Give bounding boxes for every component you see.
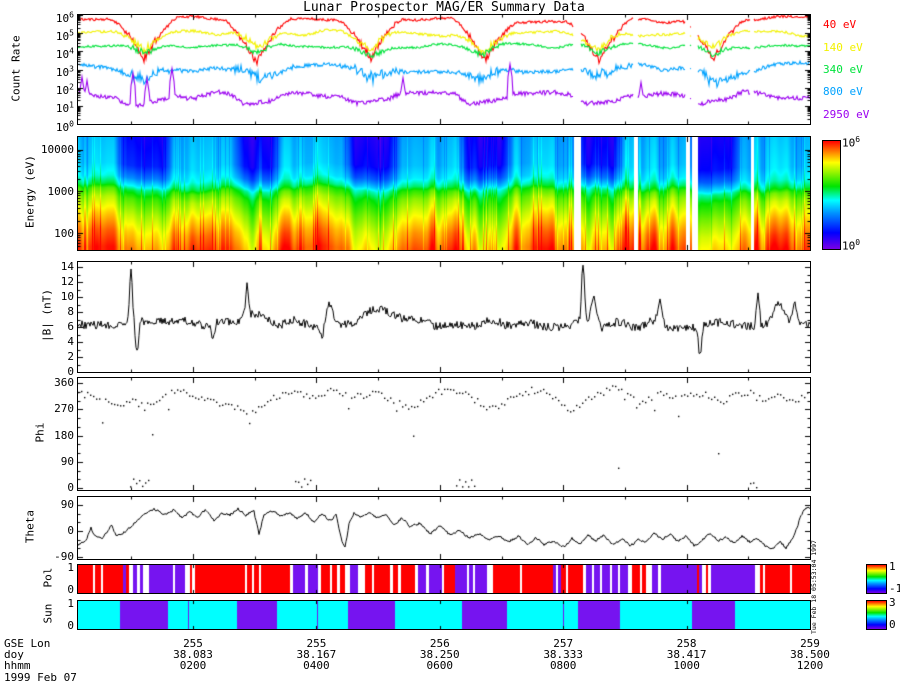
count-rate-axis-title: Count Rate [9, 35, 23, 102]
creation-timestamp: Tue Feb 18 05:53:04 1997 [810, 540, 818, 634]
xtick-hhmm-label: 1200 [796, 659, 824, 672]
bmag-ytick-label: 2 [67, 350, 74, 364]
xtick-hhmm-label: 0400 [303, 659, 330, 672]
spectrogram-colorbar [822, 140, 841, 250]
colorbar-min-label: 100 [842, 238, 861, 253]
bmag-chart [78, 262, 810, 372]
sun-ytick-label: 0 [67, 619, 74, 632]
phi-ytick-label: 360 [54, 376, 74, 389]
panel-theta [77, 496, 811, 560]
sun-colorbar-max-label: 3 [889, 596, 896, 609]
pol-strip-chart [78, 565, 810, 593]
sun-colorbar [866, 600, 887, 630]
colorbar-max-label: 106 [842, 135, 861, 150]
panel-pol [77, 564, 811, 594]
count-rate-ytick-label: 106 [55, 10, 74, 25]
count-rate-ytick-label: 103 [55, 64, 74, 80]
phi-chart [78, 378, 810, 490]
count-rate-ytick-label: 104 [55, 46, 74, 61]
phi-ytick-label: 180 [54, 428, 74, 442]
legend-item-2950-ev: 2950 eV [823, 108, 870, 121]
panel-phi [77, 377, 811, 491]
bmag-ytick-label: 10 [60, 290, 74, 304]
pol-colorbar-min-label: -1 [889, 582, 900, 595]
theta-chart [78, 497, 810, 559]
figure: Lunar Prospector MAG/ER Summary Data Cou… [0, 0, 900, 700]
date-label: 1999 Feb 07 [4, 671, 77, 684]
xtick-hhmm-label: 0600 [426, 659, 454, 672]
sun-colorbar-min-label: 0 [889, 618, 896, 631]
xtick-hhmm-label: 1000 [673, 659, 700, 672]
xtick-hhmm-label: 0800 [549, 659, 577, 672]
count-rate-ytick-label: 102 [55, 82, 74, 98]
legend-item-340-ev: 340 eV [823, 63, 863, 76]
xaxis-header-hhmm: hhmm [4, 659, 31, 672]
bmag-ytick-label: 6 [67, 320, 74, 334]
sun-strip-chart [78, 601, 810, 629]
count-rate-ytick-label: 105 [55, 28, 74, 43]
panel-bmag [77, 261, 811, 373]
theta-ytick-label: 0 [67, 524, 74, 537]
page-title: Lunar Prospector MAG/ER Summary Data [303, 0, 585, 15]
bmag-ytick-label: 4 [67, 335, 74, 349]
panel-count-rate [77, 14, 811, 125]
pol-ytick-label: 1 [67, 561, 74, 574]
pol-ytick-label: 0 [67, 583, 74, 596]
sun-ytick-label: 1 [67, 597, 74, 610]
legend-item-800-ev: 800 eV [823, 85, 863, 98]
phi-ytick-label: 90 [60, 454, 74, 468]
pol-colorbar-max-label: 1 [889, 560, 896, 573]
phi-ytick-label: 270 [54, 402, 74, 416]
legend-item-140-ev: 140 eV [823, 41, 863, 54]
sun-axis-title: Sun [41, 603, 55, 624]
bmag-ytick-label: 14 [60, 260, 74, 274]
energy-ytick-label: 1000 [47, 184, 75, 198]
bmag-ytick-label: 12 [60, 275, 74, 289]
pol-colorbar [866, 564, 887, 594]
count-rate-ytick-label: 100 [55, 119, 74, 134]
bmag-ytick-label: 8 [67, 305, 74, 319]
phi-ytick-label: 0 [67, 481, 74, 494]
panel-sun [77, 600, 811, 630]
energy-ytick-label: 10000 [40, 142, 74, 156]
theta-ytick-label: 90 [60, 498, 74, 511]
count-rate-ytick-label: 101 [55, 100, 74, 116]
legend-item-40-ev: 40 eV [823, 18, 857, 31]
energy-ytick-label: 100 [54, 226, 74, 240]
panel-spectrogram [77, 136, 811, 251]
energy-spectrogram-chart [78, 137, 810, 250]
count-rate-chart [78, 15, 810, 124]
xtick-hhmm-label: 0200 [179, 659, 207, 672]
